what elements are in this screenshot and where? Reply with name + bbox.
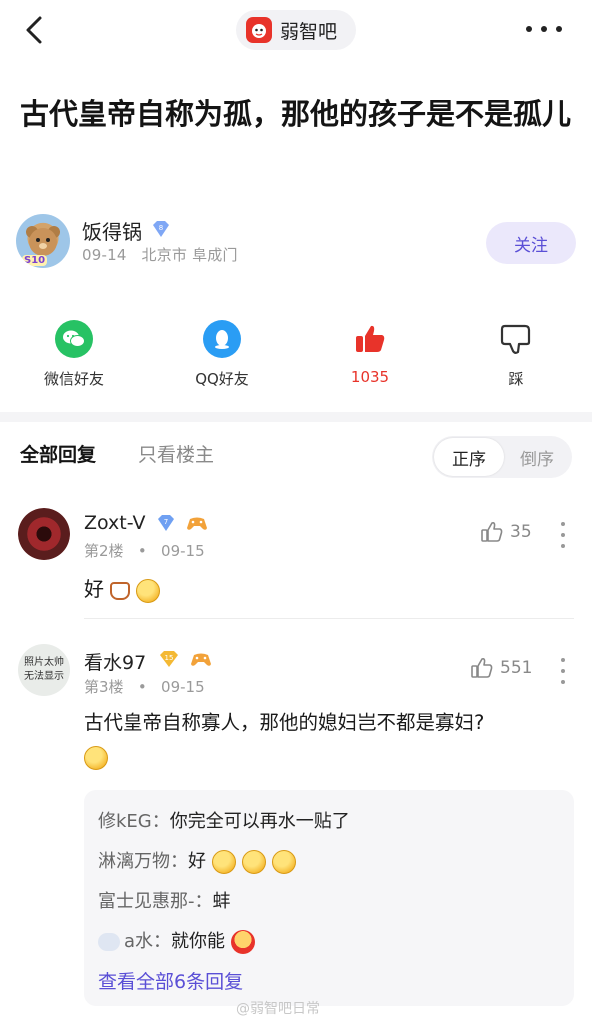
forum-logo-icon — [246, 17, 272, 43]
forum-pill[interactable]: 弱智吧 — [236, 10, 356, 50]
share-qq[interactable]: QQ好友 — [162, 320, 282, 389]
author-name[interactable]: 饭得锅 — [82, 216, 142, 245]
post-date: 09-14 — [82, 246, 127, 264]
tab-all-replies[interactable]: 全部回复 — [20, 440, 96, 467]
comment-item: 照片太帅 无法显示 看水97 15 第3楼 • 09-15 551 古代皇帝自称… — [0, 640, 592, 790]
thumbs-up-outline-icon — [481, 522, 503, 542]
meta-dot: • — [137, 542, 147, 560]
sort-toggle: 正序 倒序 — [432, 436, 572, 478]
thumbs-down-icon — [497, 320, 535, 358]
tab-op-only[interactable]: 只看楼主 — [138, 440, 214, 467]
comment-date: 09-15 — [161, 542, 205, 560]
svg-text:7: 7 — [164, 518, 168, 526]
comment-like-count: 551 — [500, 658, 533, 678]
author-meta: 09-14 北京市 阜成门 — [82, 244, 238, 265]
qq-icon — [203, 320, 241, 358]
comment-text: 古代皇帝自称寡人，那他的媳妇岂不都是寡妇? — [84, 706, 574, 774]
commenter-avatar[interactable]: 照片太帅 无法显示 — [18, 644, 70, 696]
share-wechat-label: 微信好友 — [43, 370, 104, 388]
back-arrow-icon[interactable] — [20, 12, 50, 48]
comment-meta: 第3楼 • 09-15 — [84, 676, 205, 697]
commenter-avatar[interactable] — [18, 508, 70, 560]
comment-more-icon[interactable] — [560, 522, 566, 548]
svg-text:8: 8 — [159, 224, 163, 232]
more-options-icon[interactable] — [526, 14, 562, 44]
sub-reply[interactable]: 富士见惠那-：蚌 — [98, 882, 560, 922]
angry-emoji-icon — [231, 930, 256, 954]
section-divider — [0, 412, 592, 422]
post-title: 古代皇帝自称为孤，那他的孩子是不是孤儿 — [20, 97, 572, 131]
like-button[interactable]: 1035 — [310, 320, 430, 386]
svg-text:15: 15 — [165, 654, 174, 662]
floor-label: 第3楼 — [84, 678, 124, 696]
puff-emoji-icon — [98, 933, 120, 951]
dislike-label: 踩 — [508, 370, 524, 388]
comment-text: 好 — [84, 572, 574, 606]
follow-button[interactable]: 关注 — [486, 222, 576, 264]
sub-reply[interactable]: a水：就你能 — [98, 922, 560, 962]
comment-like-button[interactable]: 551 — [470, 656, 532, 680]
author-avatar[interactable]: S10 — [16, 214, 70, 268]
shy-face-emoji-icon — [136, 578, 160, 603]
sort-descending-button[interactable]: 倒序 — [504, 438, 570, 476]
top-bar: 弱智吧 — [0, 0, 592, 60]
floor-label: 第2楼 — [84, 542, 124, 560]
comment-like-button[interactable]: 35 — [480, 520, 532, 544]
post-location: 北京市 阜成门 — [141, 246, 238, 264]
meta-dot: • — [137, 678, 147, 696]
comment-more-icon[interactable] — [560, 658, 566, 684]
watermark: @弱智吧日常 — [236, 1001, 320, 1017]
commenter-name[interactable]: 看水97 — [84, 648, 146, 675]
forum-name: 弱智吧 — [280, 20, 338, 43]
dislike-button[interactable]: 踩 — [456, 320, 576, 389]
grin-emoji-icon — [272, 850, 296, 874]
avatar-badge: S10 — [22, 255, 48, 266]
coffee-emoji-icon — [110, 581, 130, 600]
comment-meta: 第2楼 • 09-15 — [84, 540, 205, 561]
sub-reply[interactable]: 修kEG：你完全可以再水一贴了 — [98, 802, 560, 842]
sort-ascending-button[interactable]: 正序 — [434, 438, 504, 476]
grin-emoji-icon — [242, 850, 266, 874]
share-qq-label: QQ好友 — [195, 370, 249, 388]
comment-date: 09-15 — [161, 678, 205, 696]
level-diamond-gold-icon: 15 — [158, 650, 178, 668]
grin-emoji-icon — [212, 850, 236, 874]
wechat-icon — [55, 320, 93, 358]
gamepad-icon — [186, 514, 207, 532]
level-diamond-icon: 7 — [156, 514, 176, 532]
thumbs-up-outline-icon — [471, 658, 493, 678]
view-all-replies-link[interactable]: 查看全部6条回复 — [98, 962, 560, 1002]
gamepad-icon — [190, 650, 211, 668]
sub-reply[interactable]: 淋漓万物：好 — [98, 842, 560, 882]
comment-item: Zoxt-V 7 第2楼 • 09-15 35 好 — [0, 504, 592, 614]
commenter-name[interactable]: Zoxt-V — [84, 512, 146, 534]
like-count: 1035 — [350, 368, 390, 386]
comment-like-count: 35 — [510, 522, 532, 542]
smile-emoji-icon — [84, 745, 108, 770]
comment-separator — [84, 618, 574, 619]
share-row: 微信好友 QQ好友 1035 踩 — [0, 320, 592, 400]
thumbs-up-icon — [351, 320, 389, 358]
author-row: S10 饭得锅 8 09-14 北京市 阜成门 关注 — [16, 210, 576, 280]
share-wechat[interactable]: 微信好友 — [14, 320, 134, 389]
level-diamond-icon: 8 — [150, 220, 172, 238]
reply-filter-row: 全部回复 只看楼主 正序 倒序 — [0, 430, 592, 480]
sub-replies-box: 修kEG：你完全可以再水一贴了 淋漓万物：好 富士见惠那-：蚌 a水：就你能 查… — [84, 790, 574, 1006]
